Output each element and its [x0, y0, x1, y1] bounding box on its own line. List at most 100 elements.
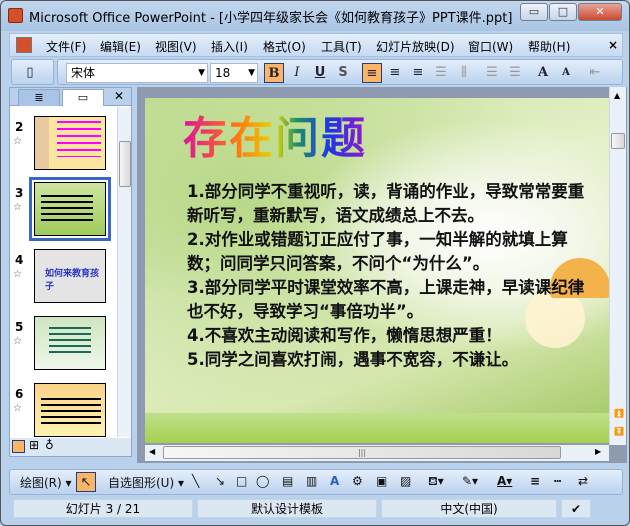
menu-file[interactable]: 文件(F) [46, 38, 86, 55]
bullets-icon[interactable]: ☰ [505, 63, 525, 83]
window-title: Microsoft Office PowerPoint - [小学四年级家长会《… [29, 11, 513, 26]
font-name-select[interactable]: 宋体 ▼ [66, 63, 208, 83]
arrow-tool-icon[interactable]: ↘ [215, 474, 225, 488]
menu-slideshow[interactable]: 幻灯片放映(D) [376, 38, 455, 55]
autoshapes-label: 自选图形(U) [108, 476, 175, 490]
slide-scroll-thumb[interactable] [611, 133, 625, 149]
menu-help[interactable]: 帮助(H) [528, 38, 570, 55]
line-tool-icon[interactable]: ╲ [192, 474, 199, 488]
line-style-icon[interactable]: ≡ [530, 474, 540, 488]
scroll-right-icon[interactable]: ▶ [595, 447, 601, 456]
menu-insert[interactable]: 插入(I) [211, 38, 248, 55]
decrease-indent-icon[interactable]: ⇤ [585, 63, 605, 83]
menu-edit[interactable]: 编辑(E) [100, 38, 141, 55]
draw-label: 绘图(R) [20, 476, 62, 490]
vertical-textbox-icon[interactable]: ▥ [306, 474, 317, 488]
wordart-icon[interactable]: A [330, 474, 339, 488]
maximize-button[interactable]: □ [549, 3, 577, 21]
slide-horizontal-scrollbar[interactable]: ◀ ||| ▶ [145, 445, 609, 461]
line-spacing-icon[interactable]: ☰ [431, 63, 451, 83]
tab-slides[interactable]: ▭ [62, 89, 104, 106]
picture-icon[interactable]: ▨ [400, 474, 411, 488]
minimize-button[interactable]: ▭ [520, 3, 548, 21]
scroll-up-icon[interactable]: ▲ [614, 91, 620, 100]
rectangle-tool-icon[interactable]: □ [236, 474, 247, 488]
menu-tools[interactable]: 工具(T) [321, 38, 362, 55]
underline-button[interactable]: U [310, 63, 330, 83]
slide-thumbnail-5[interactable]: 5 ☆ [10, 316, 118, 376]
shrink-font-button[interactable]: A [556, 63, 576, 83]
font-size-select[interactable]: 18 ▼ [210, 63, 258, 83]
arrow-style-icon[interactable]: ⇄ [578, 474, 588, 488]
bullet-3: 3.部分同学平时课堂效率不高，上课走神，早读课纪律也不好，导致学习“事倍功半”。 [187, 278, 585, 321]
menu-bar: 文件(F) 编辑(E) 视图(V) 插入(I) 格式(O) 工具(T) 幻灯片放… [9, 33, 623, 57]
standard-toolbar: ▯ [11, 59, 54, 85]
menu-format[interactable]: 格式(O) [263, 38, 306, 55]
numbering-icon[interactable]: ☰ [482, 63, 502, 83]
document-icon[interactable] [16, 37, 32, 53]
slide-thumbnail-4[interactable]: 4 ☆ 如何来教育孩子 [10, 249, 118, 309]
status-template: 默认设计模板 [197, 499, 377, 518]
spelling-check-icon[interactable]: ✔ [561, 499, 591, 518]
font-size-value: 18 [215, 66, 231, 80]
select-pointer-icon[interactable]: ↖ [76, 472, 96, 492]
slides-panel: ≣ ▭ ✕ 2 ☆ 3 ☆ 4 ☆ 如何来教育孩子 5 ☆ 6 ☆ ⊞ ♁ [9, 87, 132, 457]
status-language: 中文(中国) [381, 499, 557, 518]
draw-menu-button[interactable]: 绘图(R) ▾ [20, 474, 72, 491]
bullet-4: 4.不喜欢主动阅读和写作，懒惰思想严重！ [187, 326, 502, 345]
scroll-left-icon[interactable]: ◀ [149, 447, 155, 456]
bold-button[interactable]: B [264, 63, 284, 83]
slide-canvas[interactable]: 存在问题 1.部分同学不重视听，读，背诵的作业，导致常常要重新听写，重新默写，语… [145, 98, 609, 443]
slide-sorter-icon[interactable]: ⊞ [29, 438, 39, 452]
status-slide-count: 幻灯片 3 / 21 [13, 499, 193, 518]
powerpoint-app-icon[interactable] [8, 8, 23, 23]
animation-star-icon: ☆ [13, 336, 22, 347]
slide-thumbnail-2[interactable]: 2 ☆ [10, 116, 118, 176]
oval-tool-icon[interactable]: ◯ [256, 474, 269, 488]
view-buttons: ⊞ ♁ [10, 438, 131, 456]
italic-button[interactable]: I [287, 63, 307, 83]
horizontal-scroll-thumb[interactable]: ||| [163, 446, 561, 459]
slideshow-view-icon[interactable]: ♁ [45, 438, 54, 452]
slide-title[interactable]: 存在问题 [183, 102, 367, 166]
grow-font-button[interactable]: A [533, 63, 553, 83]
animation-star-icon: ☆ [13, 202, 22, 213]
animation-star-icon: ☆ [13, 403, 22, 414]
slide-body-text[interactable]: 1.部分同学不重视听，读，背诵的作业，导致常常要重新听写，重新默写，语文成绩总上… [187, 180, 597, 372]
animation-star-icon: ☆ [13, 269, 22, 280]
clipart-icon[interactable]: ▣ [376, 474, 387, 488]
panel-close-icon[interactable]: ✕ [114, 89, 124, 103]
slide-thumbnail-6[interactable]: 6 ☆ [10, 383, 118, 443]
panel-scroll-thumb[interactable] [119, 141, 131, 187]
font-color-icon[interactable]: A▾ [497, 474, 512, 488]
font-name-value: 宋体 [71, 66, 96, 80]
diagram-icon[interactable]: ⚙ [352, 474, 363, 488]
previous-slide-icon[interactable]: ⏫ [614, 409, 624, 418]
autoshapes-button[interactable]: 自选图形(U) ▾ [108, 474, 184, 491]
title-bar: Microsoft Office PowerPoint - [小学四年级家长会《… [1, 1, 629, 29]
drawing-toolbar: 绘图(R) ▾ ↖ 自选图形(U) ▾ ╲ ↘ □ ◯ ▤ ▥ A ⚙ ▣ ▨ … [9, 469, 623, 495]
panel-scrollbar[interactable] [117, 107, 131, 437]
align-center-icon[interactable]: ≡ [385, 63, 405, 83]
next-slide-icon[interactable]: ⏬ [614, 427, 624, 436]
slide-number: 5 [15, 320, 24, 334]
close-button[interactable]: ✕ [578, 3, 622, 21]
align-right-icon[interactable]: ≡ [408, 63, 428, 83]
bullet-1: 1.部分同学不重视听，读，背诵的作业，导致常常要重新听写，重新默写，语文成绩总上… [187, 182, 585, 225]
slide-vertical-scrollbar[interactable]: ▲ ⏫ ⏬ [609, 87, 626, 445]
distributed-icon[interactable]: ⫼ [454, 63, 474, 83]
slide-thumbnail-3[interactable]: 3 ☆ [10, 177, 118, 242]
fill-color-icon[interactable]: ⛾▾ [428, 474, 444, 490]
shadow-button[interactable]: S [333, 63, 353, 83]
new-document-icon[interactable]: ▯ [20, 63, 40, 83]
panel-tabs: ≣ ▭ ✕ [10, 88, 131, 106]
dash-style-icon[interactable]: ┅ [554, 474, 561, 488]
line-color-icon[interactable]: ✎▾ [462, 474, 478, 488]
menu-view[interactable]: 视图(V) [155, 38, 197, 55]
normal-view-icon[interactable] [12, 440, 25, 453]
textbox-icon[interactable]: ▤ [282, 474, 293, 488]
menu-window[interactable]: 窗口(W) [468, 38, 513, 55]
tab-outline[interactable]: ≣ [18, 89, 60, 106]
align-left-icon[interactable]: ≡ [362, 63, 382, 83]
menu-close-icon[interactable]: × [608, 38, 618, 52]
